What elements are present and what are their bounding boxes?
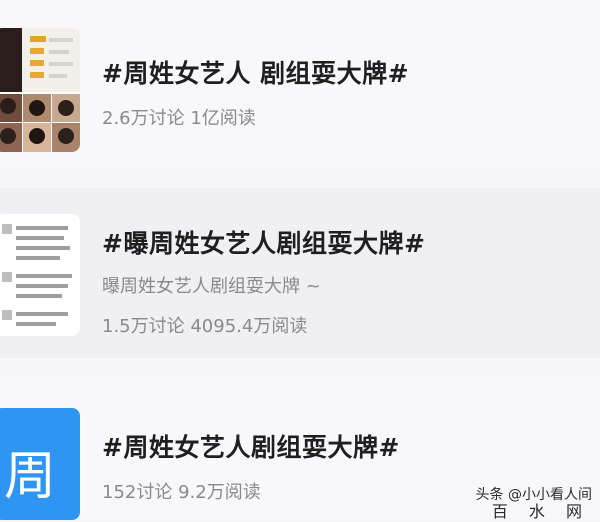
topic-title[interactable]: #周姓女艺人 剧组耍大牌# bbox=[102, 54, 409, 90]
watermark-line-2: 百 水 网 bbox=[491, 502, 590, 521]
thumbnail-glyph: 周 bbox=[4, 447, 57, 507]
topic-stats: 152讨论 9.2万阅读 bbox=[102, 482, 261, 503]
topic-title[interactable]: #周姓女艺人剧组耍大牌# bbox=[102, 428, 400, 464]
topic-stats: 2.6万讨论 1亿阅读 bbox=[102, 108, 256, 129]
topic-title[interactable]: #曝周姓女艺人剧组耍大牌# bbox=[102, 224, 425, 260]
topic-thumbnail-icon[interactable]: 周 bbox=[0, 408, 80, 520]
topic-description: 曝周姓女艺人剧组耍大牌 ~ bbox=[102, 276, 321, 297]
topic-thumbnail-chat[interactable] bbox=[0, 214, 80, 336]
topic-stats: 1.5万讨论 4095.4万阅读 bbox=[102, 316, 308, 337]
topic-thumbnail-collage[interactable] bbox=[0, 28, 80, 152]
